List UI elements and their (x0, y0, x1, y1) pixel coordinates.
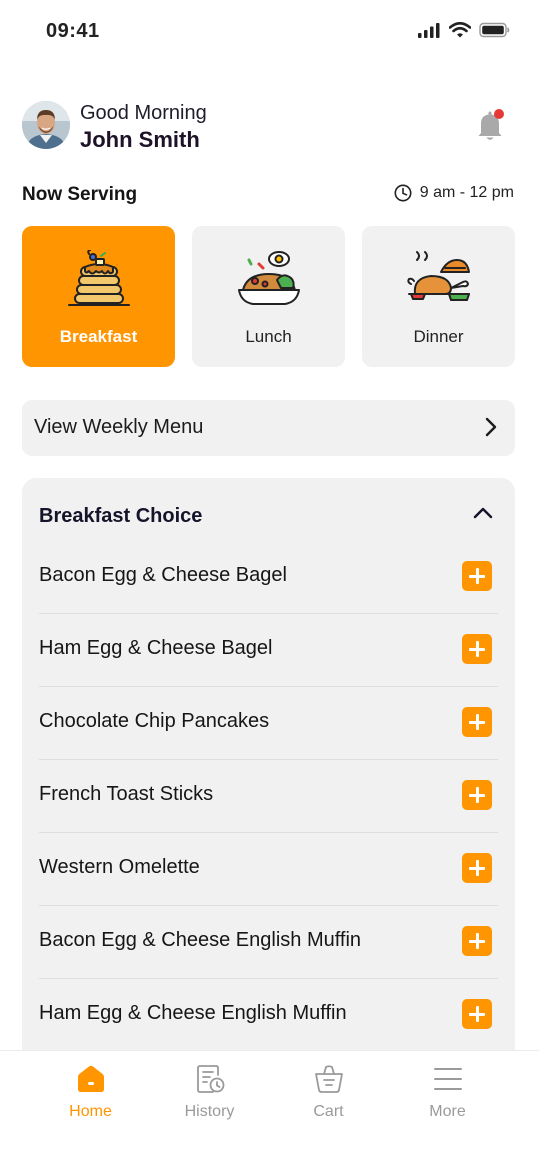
add-button[interactable] (462, 634, 492, 664)
serving-time-text: 9 am - 12 pm (419, 184, 514, 201)
now-serving-label: Now Serving (22, 184, 138, 205)
choice-list: Bacon Egg & Cheese Bagel Ham Egg & Chees… (39, 541, 498, 1052)
add-button[interactable] (462, 853, 492, 883)
history-icon (196, 1065, 224, 1093)
add-button[interactable] (462, 780, 492, 810)
nav-item-home[interactable]: Home (31, 1051, 150, 1151)
item-label: French Toast Sticks (39, 783, 214, 805)
bell-icon (478, 109, 504, 140)
nav-label: History (184, 1103, 235, 1120)
meal-label: Lunch (245, 327, 292, 346)
status-bar: 09:41 (0, 0, 539, 64)
meal-card-dinner[interactable]: Dinner (362, 226, 515, 367)
add-button[interactable] (462, 926, 492, 956)
item-label: Ham Egg & Cheese English Muffin (39, 1002, 347, 1024)
wifi-icon (449, 22, 471, 38)
chevron-up-icon[interactable] (473, 507, 493, 519)
list-item: Bacon Egg & Cheese Bagel (39, 541, 498, 614)
greeting-text: Good Morning (80, 102, 207, 124)
roast-chicken-icon (407, 251, 470, 301)
now-serving-row: Now Serving 9 am - 12 pm (22, 182, 514, 210)
choice-panel-title: Breakfast Choice (39, 505, 203, 527)
nav-label: More (429, 1103, 466, 1120)
notification-button[interactable] (475, 108, 507, 142)
clock-icon (394, 184, 412, 202)
meal-label: Dinner (413, 327, 464, 346)
add-button[interactable] (462, 999, 492, 1029)
serving-time: 9 am - 12 pm (394, 184, 514, 202)
weekly-menu-label: View Weekly Menu (34, 416, 204, 438)
cart-icon (314, 1065, 343, 1093)
menu-icon (433, 1068, 462, 1090)
signal-icon (418, 23, 440, 38)
user-name: John Smith (80, 127, 200, 152)
breakfast-choice-panel: Breakfast Choice Bacon Egg & Cheese Bage… (22, 478, 515, 1078)
status-icons (417, 22, 511, 38)
nav-item-more[interactable]: More (388, 1051, 507, 1151)
meal-card-lunch[interactable]: Lunch (192, 226, 345, 367)
item-label: Bacon Egg & Cheese Bagel (39, 564, 287, 586)
chevron-right-icon (485, 417, 497, 437)
view-weekly-menu-button[interactable]: View Weekly Menu (22, 400, 515, 456)
item-label: Chocolate Chip Pancakes (39, 710, 270, 732)
bottom-nav: Home History Cart More (0, 1050, 539, 1165)
add-button[interactable] (462, 561, 492, 591)
meal-selector: Breakfast Lunch Dinner (22, 226, 516, 367)
meal-card-breakfast[interactable]: Breakfast (22, 226, 175, 367)
list-item: Western Omelette (39, 833, 498, 906)
nav-item-cart[interactable]: Cart (269, 1051, 388, 1151)
home-icon (77, 1065, 104, 1092)
add-button[interactable] (462, 707, 492, 737)
list-item: Ham Egg & Cheese English Muffin (39, 979, 498, 1052)
header: Good Morning John Smith (22, 100, 517, 152)
list-item: Ham Egg & Cheese Bagel (39, 614, 498, 687)
nav-item-history[interactable]: History (150, 1051, 269, 1151)
nav-label: Home (69, 1103, 112, 1120)
rice-plate-icon (238, 251, 300, 305)
list-item: Chocolate Chip Pancakes (39, 687, 498, 760)
nav-label: Cart (313, 1103, 344, 1120)
item-label: Ham Egg & Cheese Bagel (39, 637, 273, 659)
avatar[interactable] (22, 101, 70, 149)
list-item: French Toast Sticks (39, 760, 498, 833)
notification-dot (494, 109, 504, 119)
item-label: Western Omelette (39, 856, 200, 878)
item-label: Bacon Egg & Cheese English Muffin (39, 929, 362, 951)
status-time: 09:41 (46, 20, 100, 42)
battery-icon (479, 22, 510, 38)
meal-label: Breakfast (59, 327, 138, 346)
avatar-photo (22, 101, 70, 149)
pancakes-icon (68, 250, 130, 306)
list-item: Bacon Egg & Cheese English Muffin (39, 906, 498, 979)
